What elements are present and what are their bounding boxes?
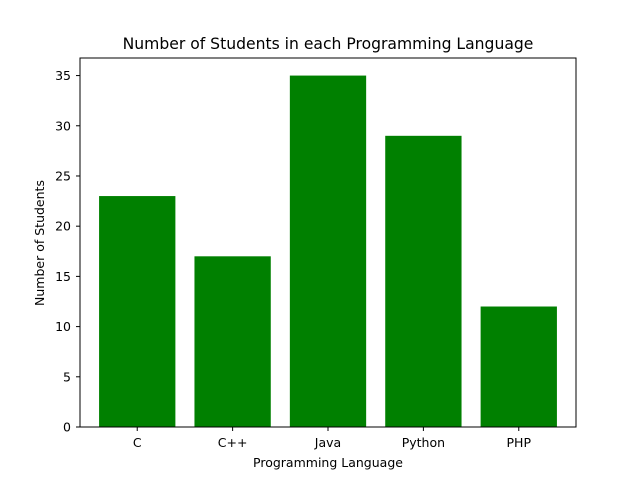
bar-java xyxy=(289,75,367,428)
x-tick-label: C xyxy=(133,435,142,450)
y-tick-label: 25 xyxy=(55,168,71,183)
x-tick-label: Python xyxy=(402,435,445,450)
bar-c xyxy=(99,196,176,427)
chart-container: Number of Students in each Programming L… xyxy=(0,0,640,480)
bar-python xyxy=(385,135,462,427)
bar-chart: Number of Students in each Programming L… xyxy=(0,0,640,480)
y-tick-label: 15 xyxy=(55,269,71,284)
y-tick-label: 10 xyxy=(55,319,71,334)
y-tick-label: 20 xyxy=(55,219,71,234)
x-axis-label: Programming Language xyxy=(253,455,403,470)
y-tick-label: 0 xyxy=(63,420,71,435)
y-tick-label: 30 xyxy=(55,118,71,133)
y-axis-label: Number of Students xyxy=(32,180,47,306)
x-tick-label: PHP xyxy=(507,435,532,450)
bar-cplusplus xyxy=(194,256,271,427)
bar-php xyxy=(480,306,557,427)
y-tick-label: 35 xyxy=(55,68,71,83)
chart-title: Number of Students in each Programming L… xyxy=(123,35,534,53)
x-tick-label: Java xyxy=(314,435,341,450)
x-tick-label: C++ xyxy=(218,435,248,450)
y-tick-label: 5 xyxy=(63,369,71,384)
